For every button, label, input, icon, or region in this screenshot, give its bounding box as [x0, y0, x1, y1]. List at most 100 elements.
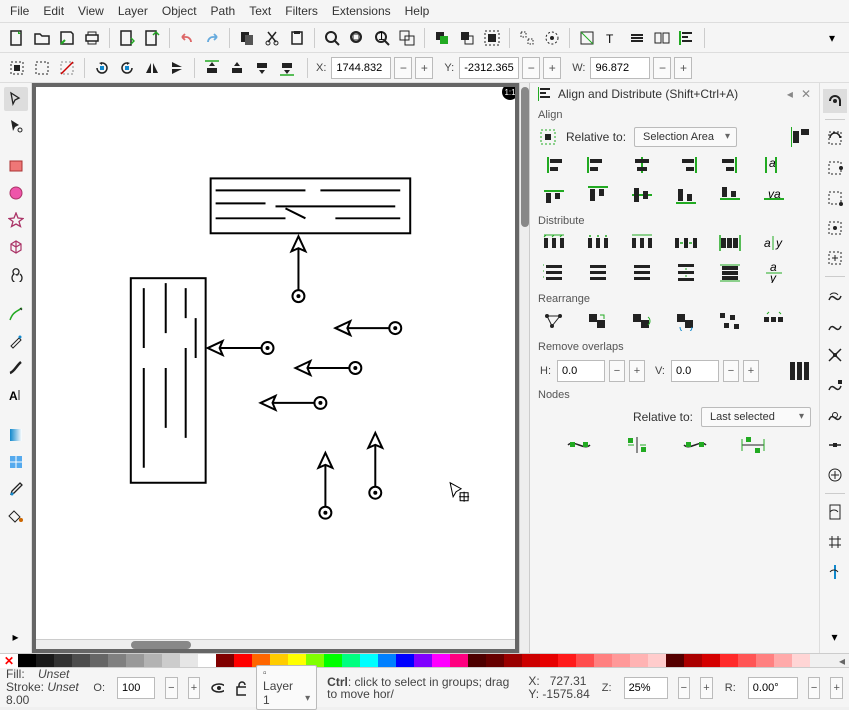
- raise-button[interactable]: [226, 57, 248, 79]
- color-swatch[interactable]: [684, 654, 702, 667]
- color-swatch[interactable]: [540, 654, 558, 667]
- exchange-sel[interactable]: [626, 309, 658, 333]
- redo-button[interactable]: [201, 27, 223, 49]
- opacity-inc[interactable]: +: [188, 677, 201, 699]
- snap-cusp[interactable]: [823, 373, 847, 397]
- gradient-tool[interactable]: [4, 423, 28, 447]
- snap-center-obj[interactable]: [823, 463, 847, 487]
- color-swatch[interactable]: [720, 654, 738, 667]
- lock-icon[interactable]: [234, 680, 246, 696]
- new-button[interactable]: [6, 27, 28, 49]
- align-left[interactable]: [582, 153, 614, 177]
- dist-right[interactable]: [626, 231, 658, 255]
- color-swatch[interactable]: [36, 654, 54, 667]
- zoom-dec[interactable]: −: [678, 677, 691, 699]
- layers-button[interactable]: [626, 27, 648, 49]
- color-swatch[interactable]: [198, 654, 216, 667]
- menu-layer[interactable]: Layer: [118, 4, 148, 18]
- save-button[interactable]: [56, 27, 78, 49]
- node-dist-h[interactable]: [621, 433, 653, 457]
- stroke-value[interactable]: Unset: [47, 680, 78, 694]
- mesh-tool[interactable]: [4, 450, 28, 474]
- w-inc[interactable]: +: [674, 57, 692, 79]
- menu-file[interactable]: File: [10, 4, 29, 18]
- flip-h-button[interactable]: [141, 57, 163, 79]
- align-text-left[interactable]: a: [758, 153, 790, 177]
- v-gap-inc[interactable]: +: [743, 360, 759, 382]
- align-text-baseline[interactable]: va: [758, 183, 790, 207]
- snap-bbox[interactable]: [823, 126, 847, 150]
- zoom-input[interactable]: [624, 677, 668, 699]
- v-gap-input[interactable]: [671, 360, 719, 382]
- palette-menu[interactable]: ◂: [835, 654, 849, 667]
- text-dialog-button[interactable]: T: [601, 27, 623, 49]
- snap-nodes[interactable]: [823, 283, 847, 307]
- color-swatch[interactable]: [108, 654, 126, 667]
- calligraphy-tool[interactable]: [4, 356, 28, 380]
- color-swatch[interactable]: [486, 654, 504, 667]
- zoom-1to1-badge[interactable]: 1:1: [502, 87, 515, 100]
- menu-edit[interactable]: Edit: [43, 4, 64, 18]
- color-swatch[interactable]: [216, 654, 234, 667]
- color-swatch[interactable]: [630, 654, 648, 667]
- node-align-v[interactable]: [679, 433, 711, 457]
- align-right-edge[interactable]: [714, 153, 746, 177]
- node-align-h[interactable]: [563, 433, 595, 457]
- unlink-clone-button[interactable]: [456, 27, 478, 49]
- color-swatch[interactable]: [666, 654, 684, 667]
- snap-grid[interactable]: [823, 530, 847, 554]
- panel-close[interactable]: ✕: [801, 87, 811, 101]
- color-swatch[interactable]: [162, 654, 180, 667]
- align-bottom[interactable]: [670, 183, 702, 207]
- color-swatch[interactable]: [378, 654, 396, 667]
- star-tool[interactable]: [4, 208, 28, 232]
- import-button[interactable]: [116, 27, 138, 49]
- rotate-cw-button[interactable]: [116, 57, 138, 79]
- v-gap-dec[interactable]: −: [723, 360, 739, 382]
- align-as-group-icon[interactable]: [791, 127, 811, 147]
- node-dist-v[interactable]: [737, 433, 769, 457]
- zoom-drawing-button[interactable]: [346, 27, 368, 49]
- dist-gap-h[interactable]: [670, 231, 702, 255]
- snap-bbox-corner[interactable]: [823, 186, 847, 210]
- dist-left[interactable]: [538, 231, 570, 255]
- color-swatch[interactable]: [324, 654, 342, 667]
- menu-text[interactable]: Text: [249, 4, 271, 18]
- w-input[interactable]: [590, 57, 650, 79]
- menu-help[interactable]: Help: [405, 4, 430, 18]
- node-tool[interactable]: [4, 114, 28, 138]
- color-swatch[interactable]: [18, 654, 36, 667]
- deselect-button[interactable]: [56, 57, 78, 79]
- rotate-ccw-button[interactable]: [91, 57, 113, 79]
- group-button[interactable]: [481, 27, 503, 49]
- rotation-input[interactable]: [748, 677, 798, 699]
- select-all-button[interactable]: [31, 57, 53, 79]
- print-button[interactable]: [81, 27, 103, 49]
- opacity-dec[interactable]: −: [165, 677, 178, 699]
- x-inc[interactable]: +: [415, 57, 433, 79]
- snap-more[interactable]: ▾: [823, 625, 847, 649]
- circle-tool[interactable]: [4, 181, 28, 205]
- h-scrollbar[interactable]: [36, 639, 515, 649]
- dist-center-h[interactable]: [582, 231, 614, 255]
- dist-center-v[interactable]: [582, 261, 614, 285]
- snap-smooth[interactable]: [823, 403, 847, 427]
- color-swatch[interactable]: [558, 654, 576, 667]
- snap-toggle[interactable]: [823, 89, 847, 113]
- no-fill-swatch[interactable]: ✕: [0, 654, 18, 668]
- paintbucket-tool[interactable]: [4, 504, 28, 528]
- ungroup-button[interactable]: [516, 27, 538, 49]
- rect-tool[interactable]: [4, 154, 28, 178]
- raise-top-button[interactable]: [201, 57, 223, 79]
- color-swatch[interactable]: [342, 654, 360, 667]
- rot-inc[interactable]: +: [830, 677, 843, 699]
- color-swatch[interactable]: [612, 654, 630, 667]
- dist-gap-v[interactable]: [670, 261, 702, 285]
- x-dec[interactable]: −: [394, 57, 412, 79]
- align-center-h[interactable]: [626, 153, 658, 177]
- fill-stroke-dialog-button[interactable]: [541, 27, 563, 49]
- zoom-selection-button[interactable]: [321, 27, 343, 49]
- w-dec[interactable]: −: [653, 57, 671, 79]
- h-gap-inc[interactable]: +: [629, 360, 645, 382]
- exchange-rot[interactable]: [670, 309, 702, 333]
